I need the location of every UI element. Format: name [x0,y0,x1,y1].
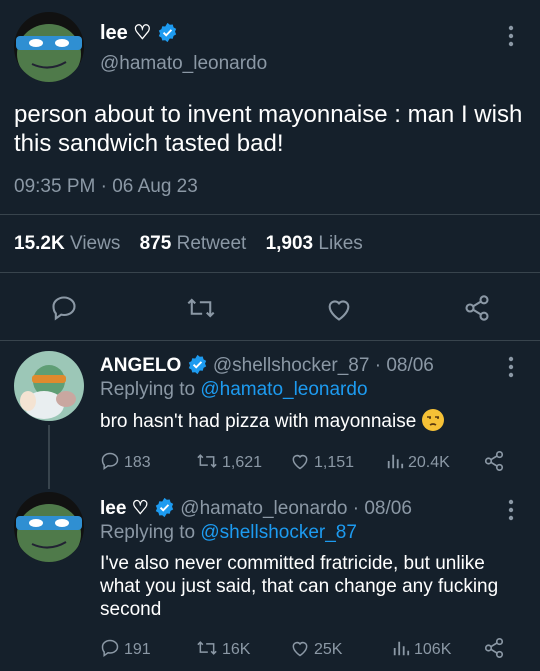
reply-1-header: ANGELO @shellshocker_87 · 08/06 [100,354,434,377]
reply-2-reply-count[interactable]: 191 [100,638,151,659]
reply-2-replying-to: Replying to @shellshocker_87 [100,522,357,543]
reply-icon [101,452,119,470]
like-icon [292,641,308,657]
unamused-face-icon [421,409,444,431]
retweet-icon[interactable] [186,294,216,322]
reply-icon[interactable] [50,294,78,322]
reply-1-view-count[interactable]: 20.4K [386,451,450,472]
views-icon [387,454,404,469]
reply-1-text: bro hasn't had pizza with mayonnaise [100,409,520,433]
more-options-icon[interactable] [508,499,514,521]
share-icon[interactable] [463,294,491,322]
views-stat[interactable]: 15.2K Views [14,233,120,254]
reply-1-display-name[interactable]: ANGELO [100,355,181,376]
reply-2-header: lee ♡ @hamato_leonardo · 08/06 [100,497,412,520]
tweet-timestamp: 09:35 PM · 06 Aug 23 [14,176,198,197]
like-icon[interactable] [325,295,353,323]
like-icon [292,454,308,470]
divider [0,272,540,273]
divider [0,214,540,215]
reply-icon [101,639,119,657]
likes-stat[interactable]: 1,903 Likes [266,233,363,254]
avatar-reply-2[interactable] [14,492,84,562]
divider [0,340,540,341]
share-icon[interactable] [483,637,505,659]
reply-1-retweet-count[interactable]: 1,621 [196,451,262,472]
main-display-name[interactable]: lee ♡ [100,20,178,45]
reply-2-retweet-count[interactable]: 16K [196,638,250,659]
verified-badge-icon [188,354,206,375]
main-handle[interactable]: @hamato_leonardo [100,53,267,75]
more-options-icon[interactable] [508,356,514,378]
tweet-stats: 15.2K Views 875 Retweet 1,903 Likes [14,233,363,255]
retweet-icon [197,454,217,468]
thread-connector [48,425,50,489]
reply-2-display-name[interactable]: lee ♡ [100,498,149,519]
reply-2-like-count[interactable]: 25K [290,638,342,659]
share-icon[interactable] [483,450,505,472]
avatar-main[interactable] [14,12,84,82]
tweet-text: person about to invent mayonnaise : man … [14,101,523,157]
views-icon [393,641,410,656]
reply-2-view-count[interactable]: 106K [392,638,451,659]
avatar-reply-1[interactable] [14,351,84,421]
reply-2-handle-date[interactable]: @hamato_leonardo · 08/06 [180,498,412,519]
reply-1-reply-count[interactable]: 183 [100,451,151,472]
reply-1-replying-to: Replying to @hamato_leonardo [100,379,368,400]
reply-2-mention-link[interactable]: @shellshocker_87 [200,522,357,543]
retweet-stat[interactable]: 875 Retweet [140,233,247,254]
verified-badge-icon [155,497,174,518]
reply-1-like-count[interactable]: 1,151 [290,451,354,472]
more-options-icon[interactable] [508,25,514,47]
retweet-icon [197,641,217,655]
reply-1-handle-date[interactable]: @shellshocker_87 · 08/06 [213,355,434,376]
reply-2-text: I've also never committed fratricide, bu… [100,553,499,620]
verified-badge-icon [158,22,177,43]
reply-1-mention-link[interactable]: @hamato_leonardo [200,379,367,400]
